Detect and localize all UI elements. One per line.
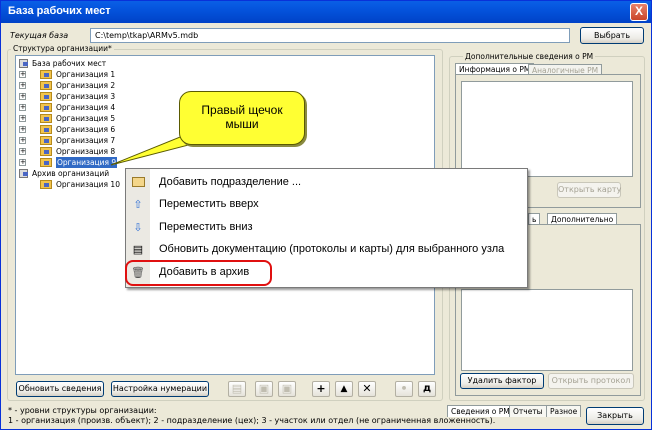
main-window: База рабочих мест X Текущая база C:\temp…	[0, 0, 652, 430]
folder-icon	[40, 158, 52, 167]
archive-root-label: Архив организаций	[32, 169, 110, 178]
footnote-line-2: 1 - организация (произв. объект); 2 - по…	[8, 416, 496, 425]
close-button[interactable]: Закрыть	[586, 407, 644, 425]
menu-item-label: Переместить вверх	[159, 198, 259, 210]
expand-plus-icon[interactable]: +	[19, 93, 26, 100]
title-bar[interactable]: База рабочих мест X	[1, 1, 651, 23]
dot-button[interactable]: •	[395, 381, 413, 397]
menu-item-move-down[interactable]: ⇩ Переместить вниз	[126, 217, 527, 239]
callout-bubble: Правый щечок мыши	[179, 91, 305, 145]
expand-plus-icon[interactable]: +	[19, 137, 26, 144]
menu-item-label: Обновить документацию (протоколы и карты…	[159, 243, 505, 255]
choose-db-button[interactable]: Выбрать	[580, 27, 644, 44]
paste-icon[interactable]: ▣	[278, 381, 296, 397]
expand-plus-icon[interactable]: +	[19, 115, 26, 122]
menu-item-move-up[interactable]: ⇧ Переместить вверх	[126, 194, 527, 216]
expand-plus-icon[interactable]: +	[19, 126, 26, 133]
callout-line-1: Правый щечок	[201, 103, 283, 117]
current-db-path-field[interactable]: C:\temp\tkap\ARMv5.mdb	[90, 28, 570, 43]
document-list-icon: ▤	[132, 244, 144, 256]
arrow-down-icon: ⇩	[133, 222, 143, 234]
copy-icon[interactable]: ▣	[255, 381, 273, 397]
d-button[interactable]: д	[418, 381, 436, 397]
arrow-up-icon: ⇧	[133, 199, 143, 211]
expand-plus-icon[interactable]: +	[19, 104, 26, 111]
folder-icon	[40, 180, 52, 189]
rm-info-textbox[interactable]	[461, 81, 633, 177]
tree-org-label: Организация 4	[56, 103, 116, 112]
folder-icon	[40, 125, 52, 134]
archive-highlight-oval	[125, 260, 272, 286]
current-db-label: Текущая база	[10, 31, 69, 40]
numbering-settings-button[interactable]: Настройка нумерации	[111, 381, 209, 397]
footnote-line-1: * - уровни структуры организации:	[8, 406, 157, 415]
folder-icon	[40, 70, 52, 79]
folder-icon	[131, 177, 145, 189]
archive-icon	[19, 169, 28, 178]
menu-item-update-docs[interactable]: ▤ Обновить документацию (протоколы и кар…	[126, 239, 527, 261]
tree-org-label: Организация 3	[56, 92, 116, 101]
move-up-button[interactable]: ▲	[335, 381, 353, 397]
archive-org-label: Организация 10	[56, 180, 120, 189]
folder-icon	[40, 92, 52, 101]
database-icon	[19, 59, 28, 68]
open-protocol-button[interactable]: Открыть протокол	[548, 373, 634, 389]
window-title: База рабочих мест	[8, 5, 111, 17]
tree-root-label: База рабочих мест	[32, 59, 107, 68]
delete-factor-button[interactable]: Удалить фактор	[460, 373, 544, 389]
folder-icon	[40, 136, 52, 145]
callout-line-2: мыши	[225, 117, 259, 131]
expand-plus-icon[interactable]: +	[19, 71, 26, 78]
menu-item-add-department[interactable]: Добавить подразделение ...	[126, 172, 527, 194]
expand-plus-icon[interactable]: +	[19, 159, 26, 166]
folder-icon	[40, 103, 52, 112]
expand-plus-icon[interactable]: +	[19, 82, 26, 89]
open-card-button[interactable]: Открыть карту	[557, 182, 621, 198]
tab-misc[interactable]: Разное	[546, 405, 582, 417]
extra-info-group-title: Дополнительные сведения о РМ	[463, 52, 596, 61]
folder-icon	[40, 147, 52, 156]
delete-node-button[interactable]: ✕	[358, 381, 376, 397]
folder-icon	[40, 114, 52, 123]
tree-org-label: Организация 1	[56, 70, 116, 79]
menu-item-label: Добавить подразделение ...	[159, 176, 302, 188]
refresh-info-button[interactable]: Обновить сведения	[16, 381, 104, 397]
tab-reports[interactable]: Отчеты	[509, 405, 547, 417]
tree-org-label: Организация 2	[56, 81, 116, 90]
add-node-button[interactable]: +	[312, 381, 330, 397]
expand-plus-icon[interactable]: +	[19, 148, 26, 155]
folder-icon	[40, 81, 52, 90]
tree-org-label: Организация 5	[56, 114, 116, 123]
close-window-button[interactable]: X	[630, 3, 648, 21]
menu-item-label: Переместить вниз	[159, 221, 253, 233]
structure-group-title: Структура организации*	[11, 44, 114, 53]
factors-list[interactable]	[461, 289, 633, 371]
print-icon[interactable]: ▤	[228, 381, 246, 397]
